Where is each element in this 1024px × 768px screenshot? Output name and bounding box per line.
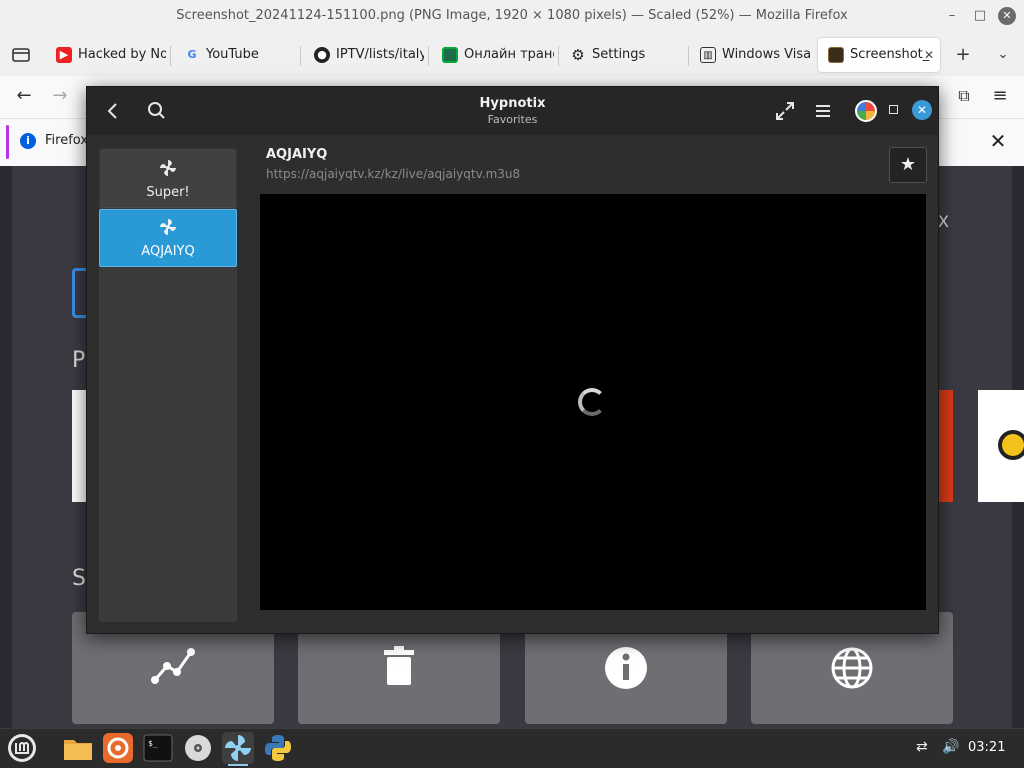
- app-menu-button[interactable]: ≡: [984, 80, 1016, 112]
- hypnotix-channel-icon: [102, 159, 234, 181]
- terminal-icon[interactable]: $_: [142, 732, 174, 764]
- close-tab-icon[interactable]: ✕: [924, 38, 934, 72]
- tab-iptv[interactable]: ● IPTV/lists/italy: [304, 38, 424, 72]
- svg-text:$_: $_: [148, 739, 158, 748]
- tab-youtube[interactable]: G YouTube: [174, 38, 296, 72]
- star-icon: ★: [899, 154, 917, 175]
- sidebar-item-super[interactable]: Super!: [101, 150, 235, 208]
- tab-label: Онлайн транс: [464, 47, 554, 62]
- channel-name: AQJAIYQ: [266, 147, 328, 162]
- maximize-button[interactable]: □: [972, 8, 988, 24]
- tab-label: Settings: [592, 47, 646, 62]
- taskbar: $_ ⇄ 🔊 03:21: [0, 728, 1024, 768]
- extensions-icon[interactable]: ⧉: [948, 80, 980, 112]
- info-icon: i: [20, 133, 36, 149]
- hypnotix-channel-icon: [100, 218, 236, 240]
- list-all-tabs-button[interactable]: ⌄: [986, 38, 1020, 72]
- mint-menu-icon[interactable]: [6, 732, 38, 764]
- back-button[interactable]: ←: [8, 80, 40, 112]
- site-icon: [442, 46, 458, 63]
- notification-text: Firefox: [45, 133, 89, 148]
- hypnotix-app-icon: [855, 100, 877, 122]
- firefox-icon[interactable]: [102, 732, 134, 764]
- youtube-icon: ▶: [56, 46, 72, 63]
- hamburger-icon: [816, 105, 830, 117]
- tab-settings[interactable]: ⚙ Settings: [560, 38, 684, 72]
- tab-manager-icon[interactable]: [4, 38, 38, 72]
- notification-accent: [6, 125, 9, 159]
- building-icon: ▥: [700, 46, 716, 63]
- hypnotix-headerbar: Hypnotix Favorites ✕: [87, 87, 938, 135]
- info-circle-icon: [525, 646, 727, 701]
- globe-icon: [751, 646, 953, 701]
- fullscreen-icon: [776, 102, 794, 120]
- volume-icon[interactable]: 🔊: [942, 739, 959, 755]
- tab-label: Screenshot_: [850, 47, 930, 62]
- files-icon[interactable]: [62, 732, 94, 764]
- background-text: X: [938, 212, 949, 231]
- google-icon: G: [187, 47, 197, 61]
- notification-close-button[interactable]: ✕: [986, 129, 1010, 153]
- close-window-button[interactable]: ✕: [998, 7, 1016, 25]
- tab-bar: ▶ Hacked by No G YouTube ● IPTV/lists/italy…: [0, 34, 1024, 76]
- trash-icon: [298, 646, 500, 697]
- firefox-titlebar: Screenshot_20241124-151100.png (PNG Imag…: [0, 0, 1024, 34]
- tab-hacked[interactable]: ▶ Hacked by No: [46, 38, 166, 72]
- hypnotix-icon[interactable]: [222, 732, 254, 766]
- shortcut-tile: [978, 390, 1024, 502]
- tab-label: Hacked by No: [78, 47, 166, 62]
- tab-label: IPTV/lists/italy: [336, 47, 424, 62]
- sidebar-item-aqjaiyq[interactable]: AQJAIYQ: [99, 209, 237, 267]
- shortcut-logo-icon: [998, 430, 1024, 460]
- new-tab-button[interactable]: +: [946, 38, 980, 72]
- image-icon: [828, 46, 844, 63]
- tab-online[interactable]: Онлайн транс: [432, 38, 554, 72]
- channel-url: https://aqjaiyqtv.kz/kz/live/aqjaiyqtv.m…: [266, 167, 521, 181]
- clock[interactable]: 03:21: [968, 740, 1005, 755]
- minimize-button[interactable]: –: [944, 8, 960, 24]
- network-icon[interactable]: ⇄: [916, 739, 928, 755]
- python-icon[interactable]: [262, 732, 294, 764]
- favorites-sidebar: Super! AQJAIYQ: [99, 148, 237, 622]
- sidebar-item-label: AQJAIYQ: [141, 244, 195, 259]
- background-search-box: [72, 268, 86, 318]
- menu-button[interactable]: [811, 99, 835, 123]
- shortcut-tile: [938, 390, 953, 502]
- maximize-button[interactable]: [889, 105, 898, 114]
- background-text: S: [72, 566, 86, 591]
- tab-screenshot[interactable]: Screenshot_ ✕: [818, 38, 940, 72]
- graph-icon: [72, 646, 274, 697]
- window-title: Screenshot_20241124-151100.png (PNG Imag…: [176, 8, 848, 23]
- tab-windows-visa[interactable]: ▥ Windows Visa: [690, 38, 812, 72]
- hypnotix-window: Hypnotix Favorites ✕ Super! AQJAIYQ AQJA…: [86, 86, 939, 634]
- tab-label: YouTube: [206, 47, 259, 62]
- video-player[interactable]: [260, 194, 926, 610]
- sidebar-item-label: Super!: [146, 185, 190, 200]
- gear-icon: ⚙: [571, 45, 585, 64]
- favorite-star-button[interactable]: ★: [889, 147, 927, 183]
- loading-spinner-icon: [578, 388, 606, 416]
- tab-label: Windows Visa: [722, 47, 812, 62]
- close-button[interactable]: ✕: [912, 100, 932, 120]
- fullscreen-button[interactable]: [773, 99, 797, 123]
- github-icon: ●: [314, 46, 330, 63]
- forward-button[interactable]: →: [44, 80, 76, 112]
- background-text: P: [72, 348, 86, 373]
- disc-icon[interactable]: [182, 732, 214, 764]
- shortcut-tile: [72, 390, 86, 502]
